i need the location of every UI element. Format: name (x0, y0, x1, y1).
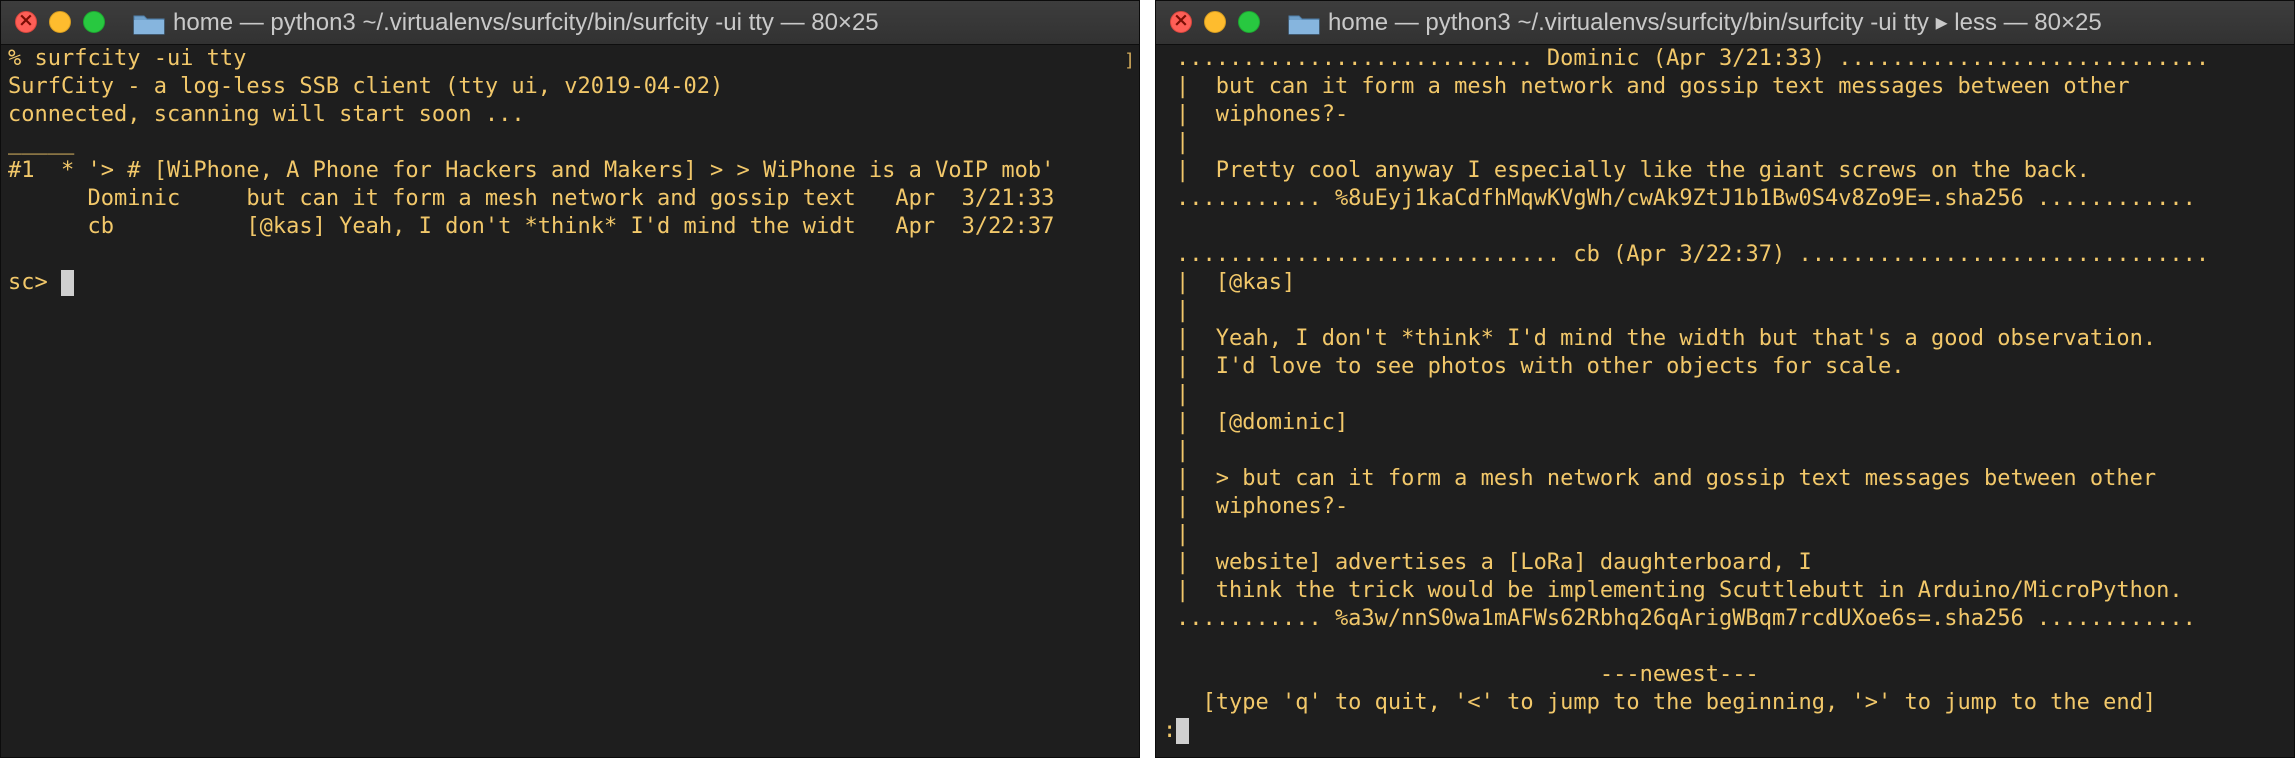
post-body-line: | website] advertises a [LoRa] daughterb… (1176, 550, 1812, 575)
zoom-button[interactable] (1238, 11, 1260, 33)
window-gap (1140, 0, 1155, 758)
post-body-line: | > but can it form a mesh network and g… (1176, 466, 2157, 491)
prompt-label: sc> (8, 270, 61, 295)
post-body-line: | (1176, 382, 1190, 407)
post-list-item[interactable]: cb [@kas] Yeah, I don't *think* I'd mind… (8, 213, 1054, 241)
close-button[interactable] (1170, 9, 1192, 33)
pager-output[interactable]: ........................... Dominic (Apr… (1156, 45, 2294, 757)
close-button[interactable] (15, 9, 37, 33)
post-body-line: | [@kas] (1176, 270, 1296, 295)
terminal-window-left[interactable]: home — python3 ~/.virtualenvs/surfcity/b… (0, 0, 1140, 758)
post-header-line: ............................. cb (Apr 3/… (1176, 242, 2210, 267)
post-body-line: | I'd love to see photos with other obje… (1176, 354, 1905, 379)
folder-icon (133, 15, 165, 35)
post-body-line: | think the trick would be implementing … (1176, 578, 2183, 603)
window-titlebar[interactable]: home — python3 ~/.virtualenvs/surfcity/b… (1, 1, 1139, 45)
minimize-button[interactable] (49, 11, 71, 33)
terminal-line: _____ (8, 130, 75, 155)
newest-marker: ---newest--- (1176, 662, 1759, 687)
thread-summary-line[interactable]: #1 * '> # [WiPhone, A Phone for Hackers … (8, 157, 1054, 185)
post-body-line: | (1176, 130, 1190, 155)
post-header-line: ........................... Dominic (Apr… (1176, 46, 2210, 71)
window-title: home — python3 ~/.virtualenvs/surfcity/b… (1328, 9, 2102, 36)
post-body-line: | (1176, 298, 1190, 323)
command-prompt-line[interactable]: sc> (8, 269, 74, 297)
post-hash-line: ........... %8uEyj1kaCdfhMqwKVgWh/cwAk9Z… (1176, 186, 2196, 211)
pager-prompt-line[interactable]: : (1163, 717, 1190, 745)
post-body-line: | wiphones?- (1176, 494, 1349, 519)
minimize-button[interactable] (1204, 11, 1226, 33)
prompt-label: : (1163, 718, 1177, 743)
post-body-line: | [@dominic] (1176, 410, 1349, 435)
terminal-line: % surfcity -ui tty (8, 46, 247, 71)
post-body-line: | Yeah, I don't *think* I'd mind the wid… (1176, 326, 2157, 351)
post-body-line: | wiphones?- (1176, 102, 1349, 127)
zoom-button[interactable] (83, 11, 105, 33)
text-cursor (60, 270, 74, 296)
terminal-line: SurfCity - a log-less SSB client (tty ui… (8, 74, 724, 99)
terminal-window-right[interactable]: home — python3 ~/.virtualenvs/surfcity/b… (1155, 0, 2295, 758)
post-body-line: | (1176, 522, 1190, 547)
text-cursor (1176, 718, 1190, 744)
terminal-line: connected, scanning will start soon ... (8, 102, 525, 127)
post-body-line: | (1176, 438, 1190, 463)
post-list-item[interactable]: Dominic but can it form a mesh network a… (8, 185, 1054, 213)
pager-help-line: [type 'q' to quit, '<' to jump to the be… (1176, 690, 2157, 715)
window-titlebar[interactable]: home — python3 ~/.virtualenvs/surfcity/b… (1156, 1, 2294, 45)
terminal-output[interactable]: ] % surfcity -ui tty SurfCity - a log-le… (1, 45, 1139, 757)
post-hash-line: ........... %a3w/nnS0wa1mAFWs62Rbhq26qAr… (1176, 606, 2196, 631)
post-body-line: | but can it form a mesh network and gos… (1176, 74, 2130, 99)
scroll-marker: ] (1124, 50, 1135, 71)
folder-icon (1288, 15, 1320, 35)
window-title: home — python3 ~/.virtualenvs/surfcity/b… (173, 9, 879, 36)
post-body-line: | Pretty cool anyway I especially like t… (1176, 158, 2090, 183)
